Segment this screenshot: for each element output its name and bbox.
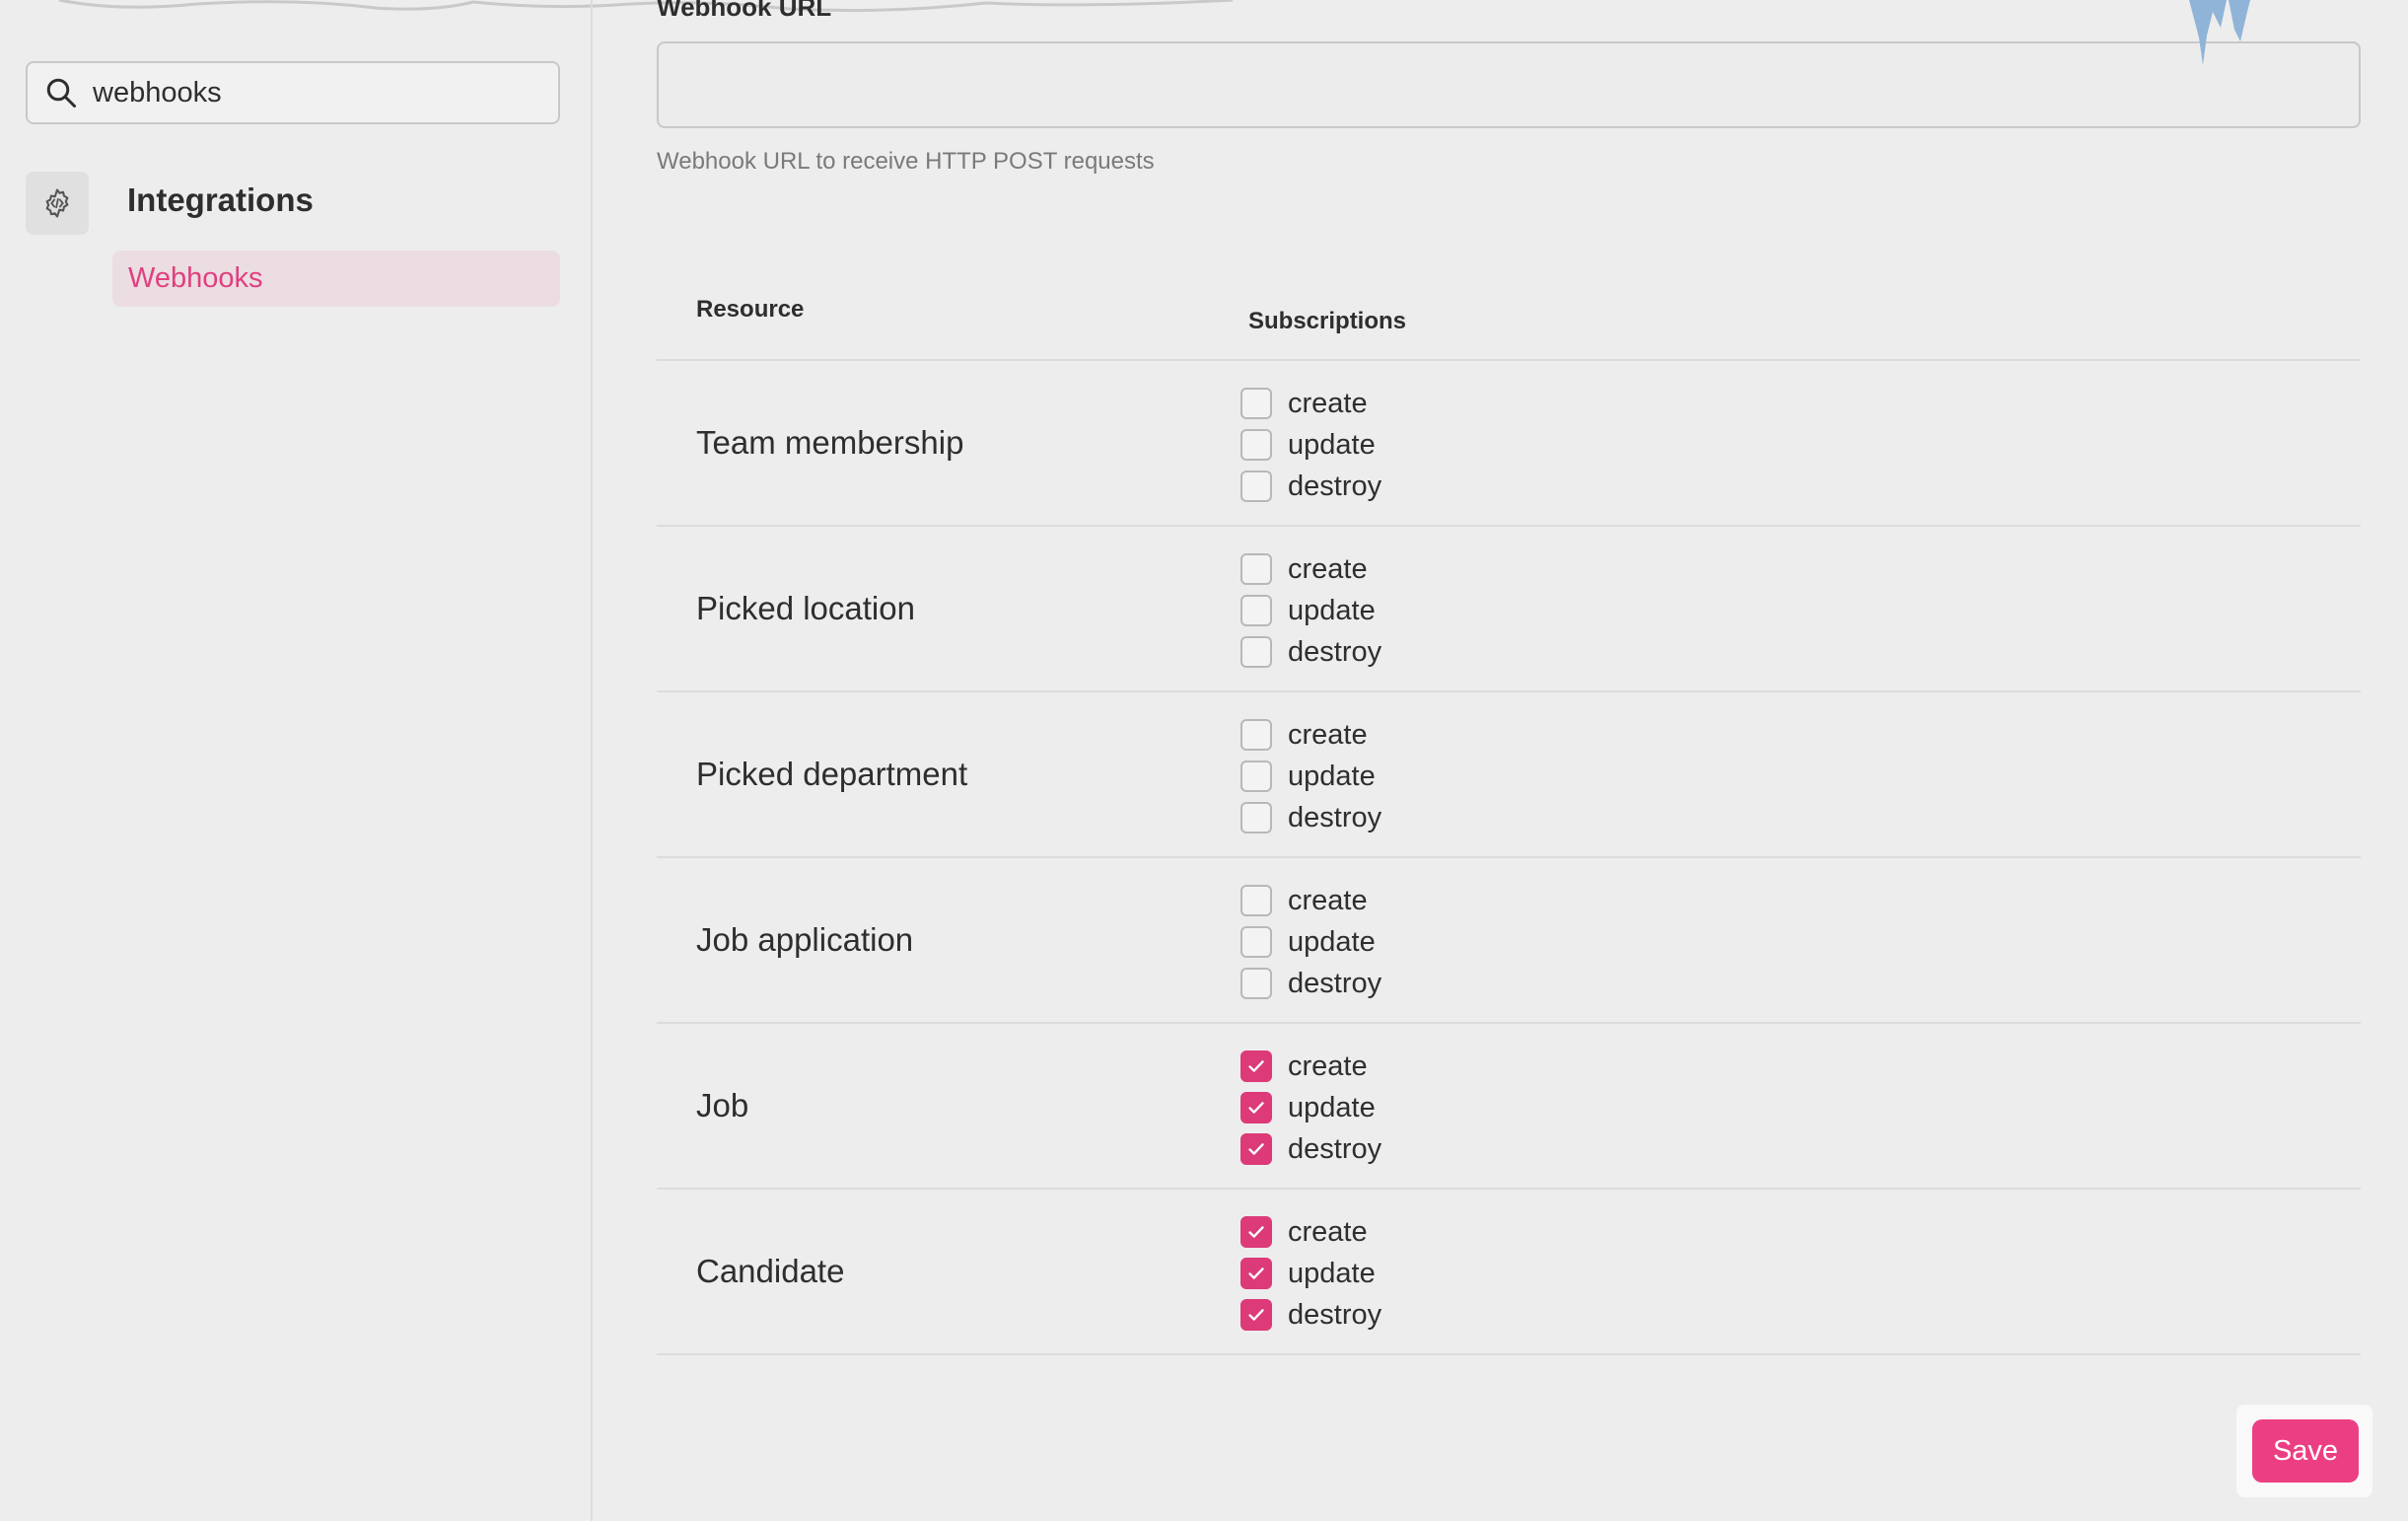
subscription-label: destroy (1288, 967, 1382, 999)
subscription-update[interactable]: update (1240, 1253, 1381, 1294)
subscription-create[interactable]: create (1240, 1046, 1381, 1087)
checkbox[interactable] (1240, 1133, 1272, 1165)
webhook-url-label: Webhook URL (657, 0, 832, 22)
save-bar: Save (2236, 1405, 2373, 1497)
subscription-label: update (1288, 1257, 1376, 1289)
subscription-label: update (1288, 760, 1376, 792)
subscription-label: update (1288, 428, 1376, 461)
checkbox[interactable] (1240, 968, 1272, 999)
table-row: Team membership create update destroy (657, 361, 2361, 527)
checkbox[interactable] (1240, 1050, 1272, 1082)
save-button[interactable]: Save (2252, 1419, 2359, 1483)
subscription-update[interactable]: update (1240, 424, 1381, 466)
sidebar: Integrations Webhooks (0, 0, 593, 1521)
checkbox[interactable] (1240, 926, 1272, 958)
check-icon (1248, 1309, 1264, 1321)
checkbox[interactable] (1240, 760, 1272, 792)
table-header: Resource Subscriptions (657, 286, 2361, 361)
subscription-label: create (1288, 1215, 1368, 1248)
subscription-destroy[interactable]: destroy (1240, 466, 1381, 507)
gear-code-icon (26, 172, 89, 235)
checkbox[interactable] (1240, 595, 1272, 626)
resource-name: Candidate (696, 1253, 845, 1289)
column-header-resource: Resource (696, 296, 805, 323)
subscription-destroy[interactable]: destroy (1240, 963, 1381, 1004)
subscription-label: destroy (1288, 470, 1382, 502)
resource-name: Picked department (696, 756, 968, 792)
subscription-update[interactable]: update (1240, 921, 1381, 963)
resource-name: Picked location (696, 590, 915, 626)
table-row: Candidate create update destroy (657, 1190, 2361, 1355)
subscription-options: create update destroy (1240, 714, 1381, 838)
column-header-subscriptions: Subscriptions (1248, 308, 1407, 334)
subscription-destroy[interactable]: destroy (1240, 631, 1381, 673)
subscription-options: create update destroy (1240, 1046, 1381, 1170)
table-body: Team membership create update destroy Picked… (657, 361, 2361, 1355)
checkbox[interactable] (1240, 1299, 1272, 1331)
checkbox[interactable] (1240, 636, 1272, 668)
webhook-url-help: Webhook URL to receive HTTP POST request… (657, 148, 1155, 175)
subscription-label: update (1288, 925, 1376, 958)
checkbox[interactable] (1240, 885, 1272, 916)
resource-name: Team membership (696, 424, 964, 461)
check-icon (1248, 1226, 1264, 1238)
search-input[interactable] (91, 75, 544, 110)
table-row: Picked department create update destroy (657, 692, 2361, 858)
checkbox[interactable] (1240, 471, 1272, 502)
table-row: Picked location create update destroy (657, 527, 2361, 692)
subscription-label: destroy (1288, 801, 1382, 833)
webhook-url-input[interactable] (657, 41, 2361, 128)
subscription-destroy[interactable]: destroy (1240, 1294, 1381, 1336)
subscription-create[interactable]: create (1240, 880, 1381, 921)
subscription-update[interactable]: update (1240, 590, 1381, 631)
checkbox[interactable] (1240, 1092, 1272, 1123)
subscription-label: create (1288, 552, 1368, 585)
subscription-label: create (1288, 1050, 1368, 1082)
checkbox[interactable] (1240, 429, 1272, 461)
subscription-create[interactable]: create (1240, 383, 1381, 424)
subscription-create[interactable]: create (1240, 714, 1381, 756)
section-title-integrations: Integrations (127, 181, 314, 218)
checkbox[interactable] (1240, 802, 1272, 833)
subscription-destroy[interactable]: destroy (1240, 1128, 1381, 1170)
check-icon (1248, 1268, 1264, 1279)
decorative-drip (2189, 0, 2250, 65)
check-icon (1248, 1060, 1264, 1072)
subscription-label: update (1288, 594, 1376, 626)
subscription-create[interactable]: create (1240, 1211, 1381, 1253)
subscription-destroy[interactable]: destroy (1240, 797, 1381, 838)
subscription-options: create update destroy (1240, 383, 1381, 507)
check-icon (1248, 1143, 1264, 1155)
checkbox[interactable] (1240, 1216, 1272, 1248)
checkbox[interactable] (1240, 553, 1272, 585)
subscription-label: create (1288, 884, 1368, 916)
checkbox[interactable] (1240, 1258, 1272, 1289)
subscription-update[interactable]: update (1240, 1087, 1381, 1128)
subscription-label: destroy (1288, 635, 1382, 668)
search-icon (46, 78, 76, 108)
subscription-label: destroy (1288, 1298, 1382, 1331)
table-row: Job create update destroy (657, 1024, 2361, 1190)
search-box[interactable] (26, 61, 560, 124)
subscription-label: create (1288, 387, 1368, 419)
checkbox[interactable] (1240, 388, 1272, 419)
checkbox[interactable] (1240, 719, 1272, 751)
check-icon (1248, 1102, 1264, 1114)
resource-name: Job (696, 1087, 749, 1123)
subscription-options: create update destroy (1240, 880, 1381, 1004)
subscription-create[interactable]: create (1240, 548, 1381, 590)
subscriptions-table: Resource Subscriptions Team membership cr… (657, 286, 2361, 1355)
subscription-update[interactable]: update (1240, 756, 1381, 797)
table-row: Job application create update destroy (657, 858, 2361, 1024)
subscription-label: update (1288, 1091, 1376, 1123)
subscription-options: create update destroy (1240, 1211, 1381, 1336)
subscription-options: create update destroy (1240, 548, 1381, 673)
sidebar-item-webhooks[interactable]: Webhooks (112, 251, 560, 307)
subscription-label: destroy (1288, 1132, 1382, 1165)
subscription-label: create (1288, 718, 1368, 751)
resource-name: Job application (696, 921, 914, 958)
